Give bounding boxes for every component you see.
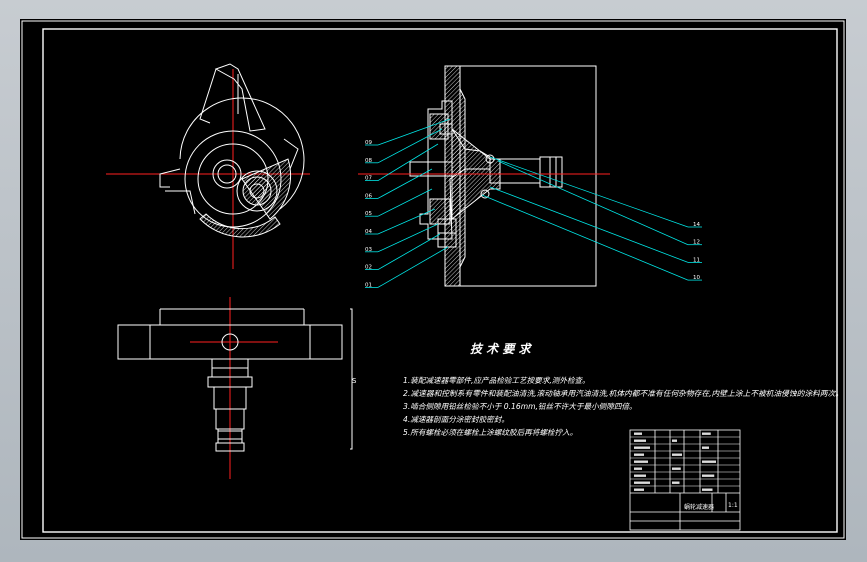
leader-line-02 xyxy=(377,233,441,270)
leader-line-05 xyxy=(377,188,433,217)
tech-req-item-3: 3.啮合侧隙用铅丝检验不小于 0.16mm,铅丝不许大于最小侧隙四倍。 xyxy=(403,402,637,411)
title-block-entry-mark xyxy=(672,481,680,484)
leader-line-11 xyxy=(489,186,689,263)
leader-line-04 xyxy=(377,208,436,235)
leader-line-14 xyxy=(489,156,689,228)
balloon-08: 08 xyxy=(365,158,372,164)
leader-line-06 xyxy=(377,168,433,199)
balloon-12: 12 xyxy=(693,240,700,246)
title-block xyxy=(629,429,741,531)
title-block-entry-mark xyxy=(702,474,715,477)
section-view xyxy=(358,65,610,287)
leader-line-03 xyxy=(377,223,439,253)
leader-line-01 xyxy=(377,246,449,288)
balloon-11: 11 xyxy=(693,257,700,263)
title-block-entry-mark xyxy=(672,439,677,442)
leader-line-10 xyxy=(481,194,689,281)
title-block-entry-mark xyxy=(672,467,681,470)
cad-viewport[interactable]: S 09 08 07 06 05 04 03 02 01 14 12 11 10… xyxy=(0,0,867,562)
title-block-entry-mark xyxy=(702,432,711,435)
title-block-entry-mark xyxy=(702,460,716,463)
title-block-entry-mark xyxy=(634,432,642,435)
tech-req-item-4: 4.减速器剖面分涂密封胶密封。 xyxy=(403,415,509,424)
title-block-entry-mark xyxy=(634,481,650,484)
balloon-05: 05 xyxy=(365,211,372,217)
title-block-entry-mark xyxy=(702,446,709,449)
balloon-01: 01 xyxy=(365,282,372,288)
front-view xyxy=(117,297,353,479)
balloon-07: 07 xyxy=(365,176,372,182)
balloon-06: 06 xyxy=(365,193,372,199)
title-block-entry-mark xyxy=(634,439,646,442)
title-block-entry-mark xyxy=(634,446,650,449)
balloon-09: 09 xyxy=(365,140,372,146)
balloon-14: 14 xyxy=(693,222,700,228)
title-block-scale: 1:1 xyxy=(728,502,738,509)
title-block-entry-mark xyxy=(672,453,682,456)
tech-req-item-1: 1.装配减速器零部件,应产品检验工艺按要求,测外检查。 xyxy=(403,376,590,385)
title-block-entry-mark xyxy=(634,474,646,477)
title-block-entry-mark xyxy=(634,488,644,491)
title-block-drawing-title: 蜗轮减速器 xyxy=(684,503,714,511)
plan-view xyxy=(106,63,310,269)
title-block-entry-mark xyxy=(634,467,642,470)
balloon-10: 10 xyxy=(693,275,700,281)
leader-group-right: 14 12 11 10 xyxy=(481,156,702,281)
title-block-entries xyxy=(634,432,716,491)
tech-requirements: 技 术 要 求 1.装配减速器零部件,应产品检验工艺按要求,测外检查。 2.减速… xyxy=(403,342,843,437)
title-block-entry-mark xyxy=(634,453,644,456)
tech-requirements-title: 技 术 要 求 xyxy=(470,342,533,356)
technical-drawing: S 090807060504030201 14121110 技 术 要 求 1.… xyxy=(21,20,845,539)
side-mark-label: S xyxy=(352,377,357,385)
tech-req-item-5: 5.所有螺栓必须在螺栓上涂螺纹胶后再将螺栓拧入。 xyxy=(403,428,577,437)
outer-frame xyxy=(21,20,845,539)
title-block-entry-mark xyxy=(634,460,648,463)
balloon-03: 03 xyxy=(365,247,372,253)
balloon-04: 04 xyxy=(365,229,372,235)
drawing-sheet: S 09 08 07 06 05 04 03 02 01 14 12 11 10… xyxy=(20,19,846,540)
leader-line-08 xyxy=(377,128,443,164)
title-block-entry-mark xyxy=(702,488,713,491)
tech-req-item-2: 2.减速器和控制系有零件和装配油清洗,滚动轴承用汽油清洗,机体内都不准有任何杂物… xyxy=(403,389,843,398)
balloon-02: 02 xyxy=(365,265,372,271)
